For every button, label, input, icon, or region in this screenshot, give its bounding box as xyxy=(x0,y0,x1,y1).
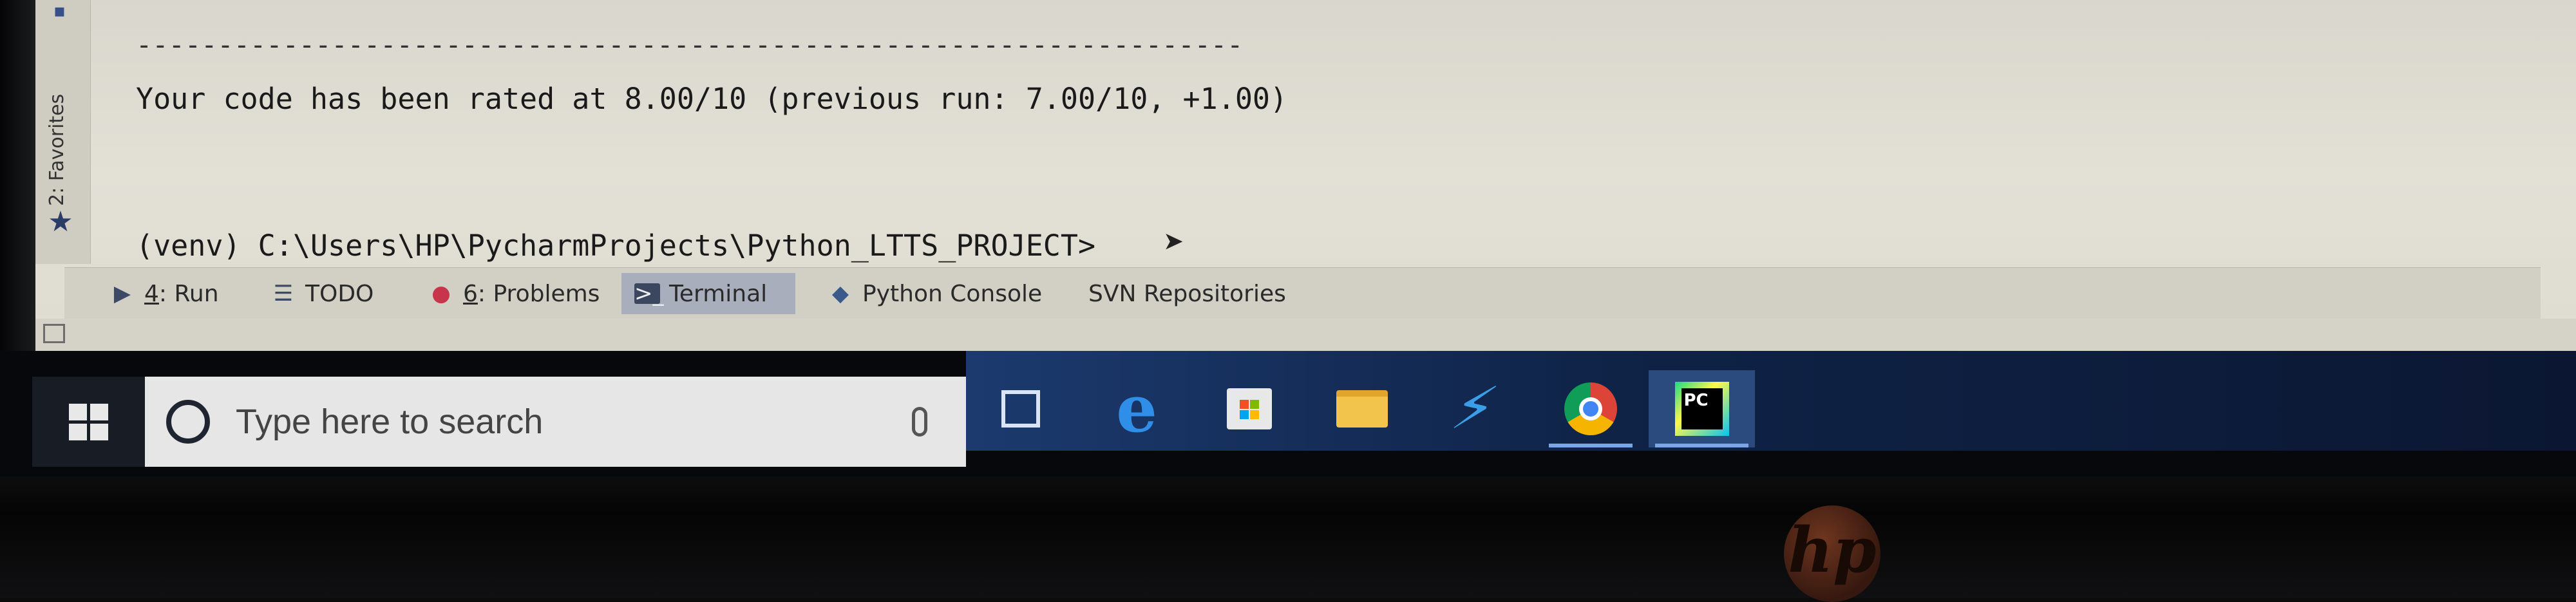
tab-terminal-label: Terminal xyxy=(669,280,768,307)
tab-problems[interactable]: ● 6: Problems xyxy=(415,273,612,314)
run-icon: ▶ xyxy=(113,281,131,306)
store-button[interactable] xyxy=(1201,370,1298,447)
task-view-icon xyxy=(1001,390,1040,428)
tab-problems-number: 6 xyxy=(463,280,478,307)
microphone-icon[interactable] xyxy=(912,407,927,437)
pycharm-icon-label: PC xyxy=(1681,388,1723,429)
python-icon: ◆ xyxy=(831,281,849,306)
taskbar-search[interactable]: Type here to search xyxy=(145,377,966,467)
tab-python-console[interactable]: ◆ Python Console xyxy=(815,273,1055,314)
status-bar xyxy=(35,319,2576,351)
terminal-output[interactable]: ----------------------------------------… xyxy=(100,0,2573,263)
edge-button[interactable]: e xyxy=(1088,370,1185,447)
favorites-tab[interactable]: 2: Favorites xyxy=(46,94,68,206)
toggle-tool-windows-icon[interactable] xyxy=(43,324,65,343)
chrome-icon xyxy=(1564,382,1617,435)
terminal-icon: >_ xyxy=(634,281,664,306)
separator-line: ----------------------------------------… xyxy=(136,29,1244,61)
tool-window-bar: ▶ 4: Run ☰ TODO ● 6: Problems >_ Termina… xyxy=(64,267,2541,319)
tab-svn-label: SVN Repositories xyxy=(1088,280,1286,307)
folder-icon xyxy=(1336,390,1388,428)
tab-run-number: 4 xyxy=(144,280,159,307)
pycharm-button[interactable]: PC xyxy=(1649,370,1755,447)
tab-terminal[interactable]: >_ Terminal xyxy=(621,273,795,314)
structure-icon[interactable]: ▪ xyxy=(53,1,73,21)
tab-python-console-label: Python Console xyxy=(862,280,1043,307)
pycharm-icon: PC xyxy=(1674,382,1729,436)
tab-run-label: : Run xyxy=(158,280,219,307)
tab-run[interactable]: ▶ 4: Run xyxy=(97,273,232,314)
store-icon xyxy=(1227,388,1272,429)
edge-icon: e xyxy=(1116,371,1157,447)
laptop-body xyxy=(0,476,2576,598)
chrome-button[interactable] xyxy=(1542,370,1639,447)
hp-logo: hp xyxy=(1784,505,1880,602)
terminal-prompt[interactable]: (venv) C:\Users\HP\PycharmProjects\Pytho… xyxy=(136,229,1095,263)
tab-problems-label: : Problems xyxy=(477,280,600,307)
task-view-button[interactable] xyxy=(972,370,1069,447)
favorites-strip: ▪ 2: Favorites ★ xyxy=(35,0,91,264)
start-button[interactable] xyxy=(32,377,145,467)
tab-todo[interactable]: ☰ TODO xyxy=(258,273,386,314)
cortana-icon[interactable] xyxy=(166,400,210,444)
windows-logo-icon xyxy=(69,403,108,440)
visual-studio-button[interactable]: ⚡ xyxy=(1426,370,1523,447)
mouse-cursor-icon: ➤ xyxy=(1164,222,1185,263)
pylint-rating-line: Your code has been rated at 8.00/10 (pre… xyxy=(136,82,1288,116)
todo-icon: ☰ xyxy=(273,281,294,306)
file-explorer-button[interactable] xyxy=(1314,370,1410,447)
tab-todo-label: TODO xyxy=(305,280,374,307)
tab-svn-repositories[interactable]: SVN Repositories xyxy=(1075,273,1299,314)
star-icon[interactable]: ★ xyxy=(44,206,77,238)
visual-studio-icon: ⚡ xyxy=(1445,375,1504,442)
problems-icon: ● xyxy=(431,281,451,306)
search-input[interactable]: Type here to search xyxy=(236,402,912,442)
